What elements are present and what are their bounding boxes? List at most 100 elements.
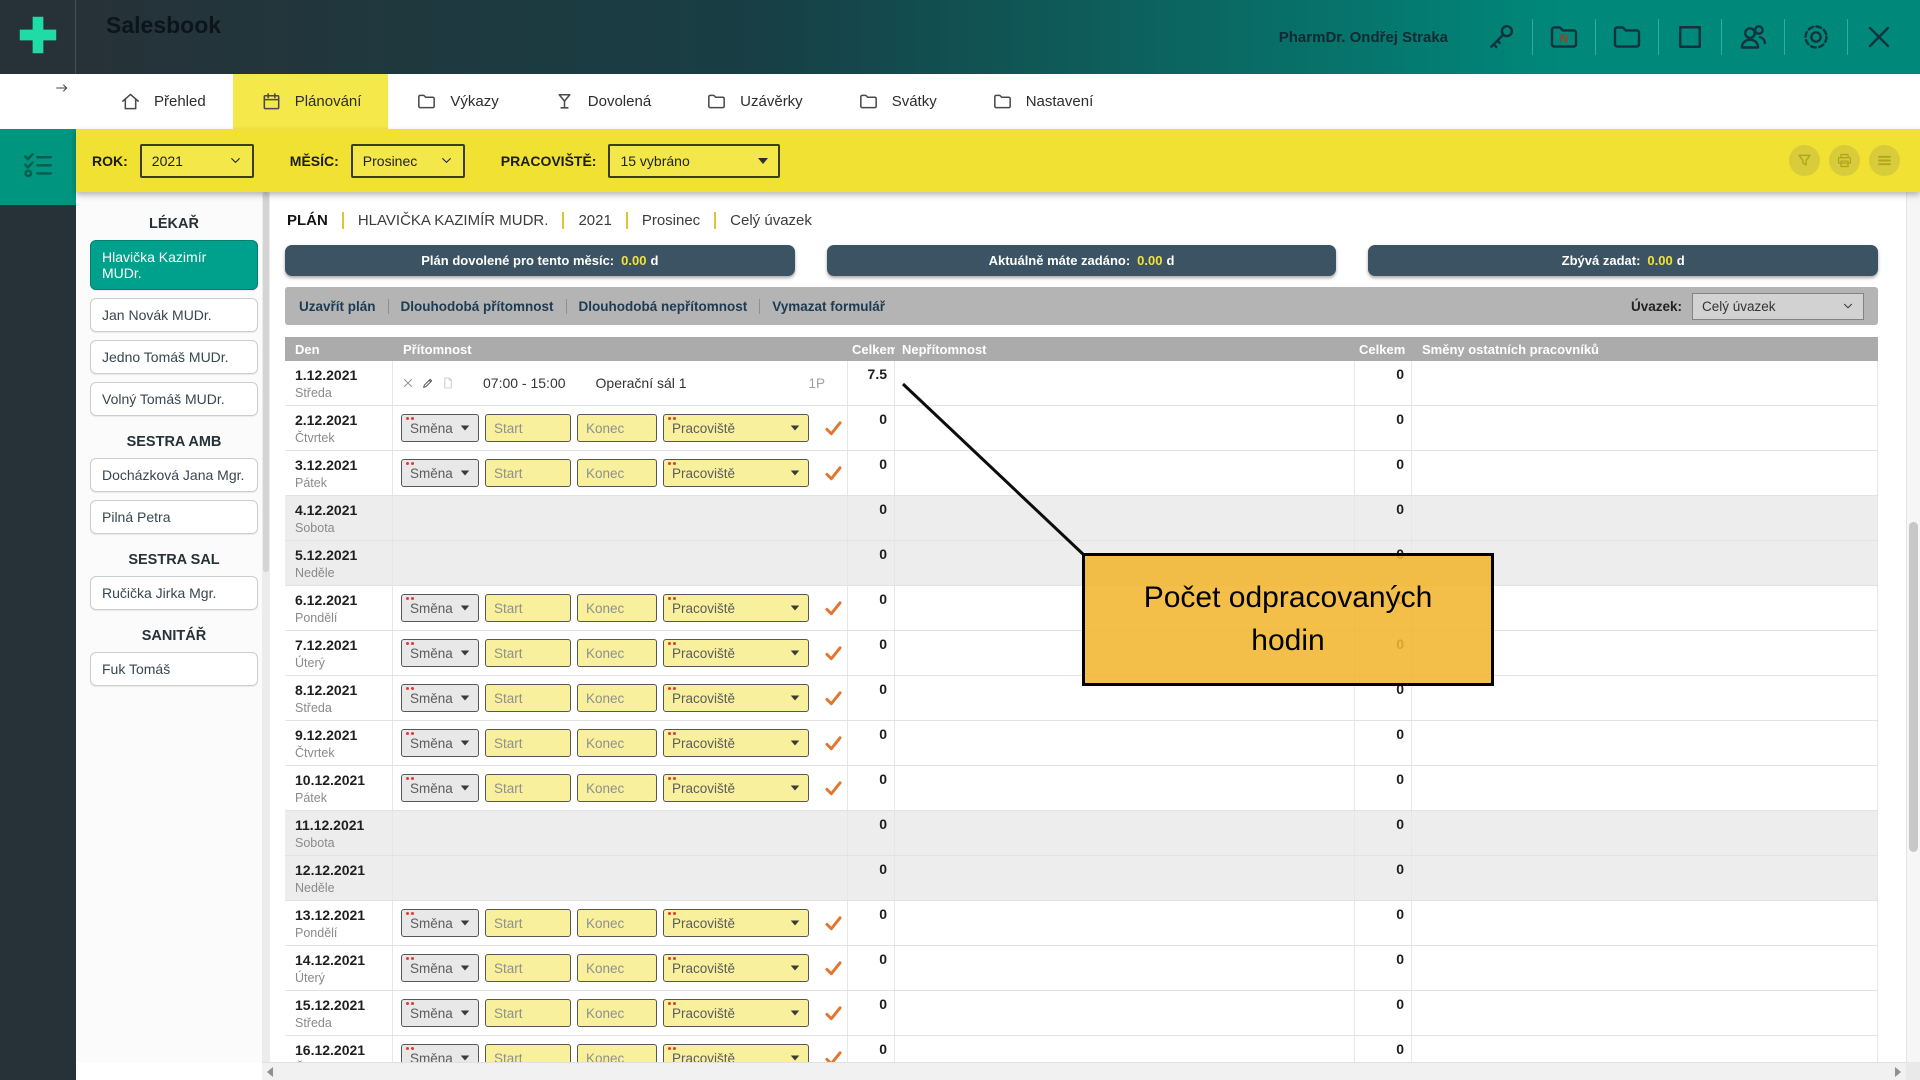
sidebar-person[interactable]: Volný Tomáš MUDr. xyxy=(90,382,258,416)
konec-input[interactable] xyxy=(577,774,657,802)
folder-button[interactable] xyxy=(1596,15,1658,59)
smena-select[interactable]: Směna xyxy=(401,909,479,937)
absence-total: 0 xyxy=(1355,721,1412,765)
absence-total: 0 xyxy=(1355,991,1412,1035)
smena-select[interactable]: Směna xyxy=(401,594,479,622)
smena-select[interactable]: Směna xyxy=(401,639,479,667)
collapse-arrow-icon[interactable] xyxy=(54,80,70,101)
row-day: Středa xyxy=(295,700,384,717)
vertical-scroll-thumb[interactable] xyxy=(1909,522,1918,852)
maximize-button[interactable] xyxy=(1659,15,1721,59)
sidebar-person[interactable]: Hlavička Kazimír MUDr. xyxy=(90,240,258,290)
confirm-check-icon[interactable] xyxy=(823,778,844,799)
sidebar-person[interactable]: Pilná Petra xyxy=(90,500,258,534)
konec-input[interactable] xyxy=(577,414,657,442)
konec-input[interactable] xyxy=(577,954,657,982)
start-input[interactable] xyxy=(485,684,571,712)
folder-icon xyxy=(415,90,438,113)
key-button[interactable] xyxy=(1470,15,1532,59)
pracoviste-select[interactable]: Pracoviště xyxy=(663,684,809,712)
clear-form-link[interactable]: Vymazat formulář xyxy=(759,299,885,314)
vertical-scrollbar[interactable] xyxy=(1906,192,1920,1062)
konec-input[interactable] xyxy=(577,594,657,622)
long-presence-link[interactable]: Dlouhodobá přítomnost xyxy=(388,299,554,314)
pracoviste-select[interactable]: Pracoviště xyxy=(663,594,809,622)
close-plan-link[interactable]: Uzavřít plán xyxy=(299,299,376,314)
start-input[interactable] xyxy=(485,774,571,802)
planning-list-tile[interactable] xyxy=(0,129,76,205)
uvazek-select[interactable]: Celý úvazek xyxy=(1692,293,1864,320)
pracoviste-select[interactable]: Pracoviště xyxy=(663,459,809,487)
confirm-check-icon[interactable] xyxy=(823,688,844,709)
sidebar-person[interactable]: Fuk Tomáš xyxy=(90,652,258,686)
smena-select[interactable]: Směna xyxy=(401,954,479,982)
smena-select[interactable]: Směna xyxy=(401,414,479,442)
tab-přehled[interactable]: Přehled xyxy=(92,74,233,129)
close-button[interactable] xyxy=(1848,15,1910,59)
smena-select[interactable]: Směna xyxy=(401,999,479,1027)
workplace-select[interactable]: 15 vybráno xyxy=(608,144,780,178)
print-button[interactable] xyxy=(1829,145,1860,176)
konec-input[interactable] xyxy=(577,999,657,1027)
sidebar-person[interactable]: Jan Novák MUDr. xyxy=(90,298,258,332)
start-input[interactable] xyxy=(485,414,571,442)
row-date: 10.12.2021 xyxy=(295,771,384,790)
settings-button[interactable] xyxy=(1785,15,1847,59)
menu-button[interactable] xyxy=(1869,145,1900,176)
konec-input[interactable] xyxy=(577,459,657,487)
pracoviste-select[interactable]: Pracoviště xyxy=(663,774,809,802)
copy-page-icon[interactable] xyxy=(441,376,455,390)
remove-icon[interactable] xyxy=(401,376,415,390)
sidebar-scrollbar[interactable] xyxy=(262,192,270,1062)
smena-select[interactable]: Směna xyxy=(401,459,479,487)
pracoviste-select[interactable]: Pracoviště xyxy=(663,909,809,937)
pracoviste-select[interactable]: Pracoviště xyxy=(663,954,809,982)
confirm-check-icon[interactable] xyxy=(823,958,844,979)
start-input[interactable] xyxy=(485,459,571,487)
users-button[interactable] xyxy=(1722,15,1784,59)
year-select[interactable]: 2021 xyxy=(140,144,254,178)
konec-input[interactable] xyxy=(577,639,657,667)
konec-input[interactable] xyxy=(577,684,657,712)
konec-input[interactable] xyxy=(577,909,657,937)
start-input[interactable] xyxy=(485,594,571,622)
pracoviste-select[interactable]: Pracoviště xyxy=(663,729,809,757)
tab-plánování[interactable]: Plánování xyxy=(233,74,389,129)
start-input[interactable] xyxy=(485,909,571,937)
smena-placeholder: Směna xyxy=(410,916,453,931)
horizontal-scrollbar[interactable] xyxy=(262,1062,1906,1080)
konec-input[interactable] xyxy=(577,729,657,757)
tab-výkazy[interactable]: Výkazy xyxy=(388,74,525,129)
confirm-check-icon[interactable] xyxy=(823,913,844,934)
start-input[interactable] xyxy=(485,954,571,982)
smena-select[interactable]: Směna xyxy=(401,684,479,712)
long-absence-link[interactable]: Dlouhodobá nepřítomnost xyxy=(566,299,748,314)
tab-nastavení[interactable]: Nastavení xyxy=(964,74,1121,129)
tab-dovolená[interactable]: Dovolená xyxy=(526,74,678,129)
sidebar-person[interactable]: Docházková Jana Mgr. xyxy=(90,458,258,492)
tab-uzávěrky[interactable]: Uzávěrky xyxy=(678,74,830,129)
month-select[interactable]: Prosinec xyxy=(351,144,465,178)
pracoviste-select[interactable]: Pracoviště xyxy=(663,639,809,667)
confirm-check-icon[interactable] xyxy=(823,1003,844,1024)
filter-button[interactable] xyxy=(1789,145,1820,176)
start-input[interactable] xyxy=(485,639,571,667)
tab-svátky[interactable]: Svátky xyxy=(830,74,964,129)
start-input[interactable] xyxy=(485,729,571,757)
sidebar-person[interactable]: Jedno Tomáš MUDr. xyxy=(90,340,258,374)
confirm-check-icon[interactable] xyxy=(823,598,844,619)
smena-select[interactable]: Směna xyxy=(401,774,479,802)
confirm-check-icon[interactable] xyxy=(823,643,844,664)
scroll-left-button[interactable] xyxy=(267,1067,273,1077)
confirm-check-icon[interactable] xyxy=(823,463,844,484)
folder-n-button[interactable]: N xyxy=(1533,15,1595,59)
sidebar-person[interactable]: Ručička Jirka Mgr. xyxy=(90,576,258,610)
start-input[interactable] xyxy=(485,999,571,1027)
smena-select[interactable]: Směna xyxy=(401,729,479,757)
scroll-right-button[interactable] xyxy=(1895,1067,1901,1077)
pracoviste-select[interactable]: Pracoviště xyxy=(663,414,809,442)
confirm-check-icon[interactable] xyxy=(823,733,844,754)
pracoviste-select[interactable]: Pracoviště xyxy=(663,999,809,1027)
confirm-check-icon[interactable] xyxy=(823,418,844,439)
edit-pencil-icon[interactable] xyxy=(421,376,435,390)
